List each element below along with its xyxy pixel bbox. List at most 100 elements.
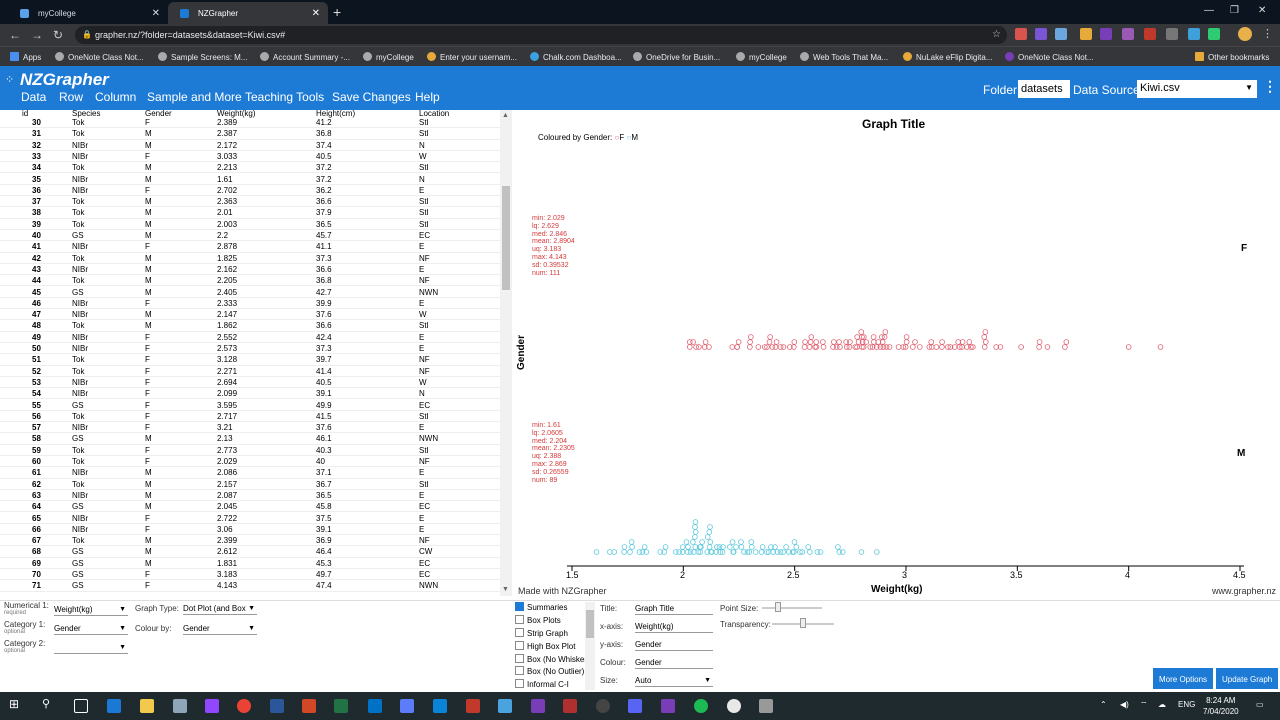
table-row[interactable]: 45 GS M 2.405 42.7 NWN [0, 287, 500, 298]
close-window-icon[interactable]: ✕ [1258, 5, 1266, 16]
app-icon[interactable] [498, 699, 512, 713]
menu-sample-and-more[interactable]: Sample and More [147, 90, 242, 104]
table-row[interactable]: 52 Tok F 2.271 41.4 NF [0, 366, 500, 377]
extension-icon[interactable] [1166, 28, 1178, 40]
avatar[interactable] [1238, 27, 1252, 41]
discord-icon[interactable] [628, 699, 642, 713]
app-icon[interactable] [596, 699, 610, 713]
bookmark-item[interactable]: OneDrive for Busin... [633, 52, 720, 62]
excel-icon[interactable] [334, 699, 348, 713]
category1-select[interactable]: Gender ▼ [54, 622, 128, 635]
table-row[interactable]: 51 Tok F 3.128 39.7 NF [0, 354, 500, 366]
close-tab-icon[interactable]: ✕ [152, 8, 160, 19]
table-row[interactable]: 39 Tok M 2.003 36.5 StI [0, 219, 500, 230]
app-icon[interactable] [727, 699, 741, 713]
table-row[interactable]: 56 Tok F 2.717 41.5 StI [0, 411, 500, 423]
table-row[interactable]: 55 GS F 3.595 49.9 EC [0, 400, 500, 411]
table-row[interactable]: 31 Tok M 2.387 36.8 StI [0, 128, 500, 140]
table-row[interactable]: 38 Tok M 2.01 37.9 StI [0, 207, 500, 219]
spotify-icon[interactable] [694, 699, 708, 713]
network-icon[interactable]: ⌔ [1140, 700, 1148, 710]
checkbox-high-box-plot[interactable]: High Box Plot [515, 641, 575, 651]
table-row[interactable]: 69 GS M 1.831 45.3 EC [0, 558, 500, 569]
other-bookmarks[interactable]: Other bookmarks [1195, 52, 1269, 62]
table-row[interactable]: 46 NIBr F 2.333 39.9 E [0, 298, 500, 310]
edge-icon[interactable] [107, 699, 121, 713]
table-row[interactable]: 37 Tok M 2.363 36.6 StI [0, 196, 500, 208]
bookmark-item[interactable]: myCollege [363, 52, 414, 62]
checkbox-icon[interactable] [515, 666, 524, 675]
table-row[interactable]: 53 NIBr F 2.694 40.5 W [0, 377, 500, 389]
mail-icon[interactable] [433, 699, 447, 713]
table-row[interactable]: 58 GS M 2.13 46.1 NWN [0, 433, 500, 445]
restore-icon[interactable]: ❐ [1230, 5, 1239, 16]
notifications-icon[interactable]: ▭ [1256, 700, 1264, 709]
checkbox-box-no-outlier[interactable]: Box (No Outlier) [515, 666, 584, 676]
table-row[interactable]: 71 GS F 4.143 47.4 NWN [0, 580, 500, 592]
task-view-icon[interactable] [74, 699, 88, 713]
checkbox-icon[interactable] [515, 654, 524, 663]
data-source-select[interactable]: Kiwi.csv ▼ [1137, 80, 1257, 98]
table-scrollbar[interactable] [500, 110, 512, 596]
bookmark-item[interactable]: OneNote Class Not... [1005, 52, 1094, 62]
point-size-slider[interactable] [762, 607, 822, 609]
table-row[interactable]: 43 NIBr M 2.162 36.6 E [0, 264, 500, 276]
checkbox-icon[interactable] [515, 615, 524, 624]
table-row[interactable]: 30 Tok F 2.389 41.2 StI [0, 117, 500, 129]
extension-icon[interactable] [1015, 28, 1027, 40]
input-language[interactable]: ENG [1178, 700, 1195, 709]
tab-mycollege[interactable]: myCollege ✕ [8, 2, 168, 24]
table-row[interactable]: 44 Tok M 2.205 36.8 NF [0, 275, 500, 287]
bookmark-item[interactable]: Web Tools That Ma... [800, 52, 888, 62]
bookmark-item[interactable]: Account Summary -... [260, 52, 350, 62]
table-row[interactable]: 40 GS M 2.2 45.7 EC [0, 230, 500, 242]
table-row[interactable]: 34 Tok M 2.213 37.2 StI [0, 162, 500, 174]
browser-menu-icon[interactable]: ⋮ [1262, 27, 1273, 40]
checkbox-box-plots[interactable]: Box Plots [515, 615, 561, 625]
onenote-icon[interactable] [531, 699, 545, 713]
acrobat-icon[interactable] [466, 699, 480, 713]
checkbox-icon[interactable] [515, 641, 524, 650]
bookmark-item[interactable]: Chalk.com Dashboa... [530, 52, 622, 62]
table-row[interactable]: 63 NIBr M 2.087 36.5 E [0, 490, 500, 502]
scroll-down-icon[interactable]: ▼ [502, 586, 509, 593]
checkbox-summaries[interactable]: Summaries [515, 602, 567, 612]
numerical1-select[interactable]: Weight(kg) ▼ [54, 603, 128, 616]
table-row[interactable]: 50 NIBr F 2.573 37.3 E [0, 343, 500, 355]
file-explorer-icon[interactable] [140, 699, 154, 713]
forward-icon[interactable]: → [31, 28, 43, 42]
menu-row[interactable]: Row [59, 90, 83, 104]
new-tab-icon[interactable]: + [333, 4, 341, 20]
back-icon[interactable]: ← [9, 28, 21, 42]
menu-save-changes[interactable]: Save Changes [332, 90, 411, 104]
folder-input[interactable] [1018, 80, 1070, 98]
acrobat-reader-icon[interactable] [563, 699, 577, 713]
windows-start-icon[interactable]: ⊞ [9, 697, 23, 711]
table-row[interactable]: 35 NIBr M 1.61 37.2 N [0, 174, 500, 185]
checkbox-icon[interactable] [515, 679, 524, 688]
tab-nzgrapher[interactable]: NZGrapher ✕ [168, 2, 328, 24]
table-row[interactable]: 70 GS F 3.183 49.7 EC [0, 569, 500, 581]
pdf-extension-icon[interactable] [1144, 28, 1156, 40]
graph-type-select[interactable]: Dot Plot (and Box ▼ [183, 602, 257, 615]
bookmark-item[interactable]: myCollege [736, 52, 787, 62]
table-row[interactable]: 67 Tok M 2.399 36.9 NF [0, 535, 500, 547]
table-row[interactable]: 59 Tok F 2.773 40.3 StI [0, 445, 500, 456]
volume-icon[interactable]: ◀) [1120, 700, 1129, 709]
options-scrollbar[interactable] [585, 602, 595, 690]
x-axis-input[interactable]: Weight(kg) [635, 620, 713, 633]
table-row[interactable]: 41 NIBr F 2.878 41.1 E [0, 241, 500, 253]
checkbox-icon[interactable] [515, 628, 524, 637]
bookmark-item[interactable]: OneNote Class Not... [55, 52, 144, 62]
bookmark-item[interactable]: Apps [10, 52, 41, 62]
powerpoint-icon[interactable] [302, 699, 316, 713]
table-row[interactable]: 36 NIBr F 2.702 36.2 E [0, 185, 500, 197]
colour-input[interactable]: Gender [635, 656, 713, 669]
bookmark-item[interactable]: Sample Screens: M... [158, 52, 247, 62]
title-input[interactable]: Graph Title [635, 602, 713, 615]
menu-teaching-tools[interactable]: Teaching Tools [245, 90, 324, 104]
minimize-icon[interactable]: — [1204, 5, 1214, 16]
bookmark-item[interactable]: NuLake eFlip Digita... [903, 52, 992, 62]
extension-icon[interactable] [1122, 28, 1134, 40]
table-row[interactable]: 61 NIBr M 2.086 37.1 E [0, 467, 500, 479]
